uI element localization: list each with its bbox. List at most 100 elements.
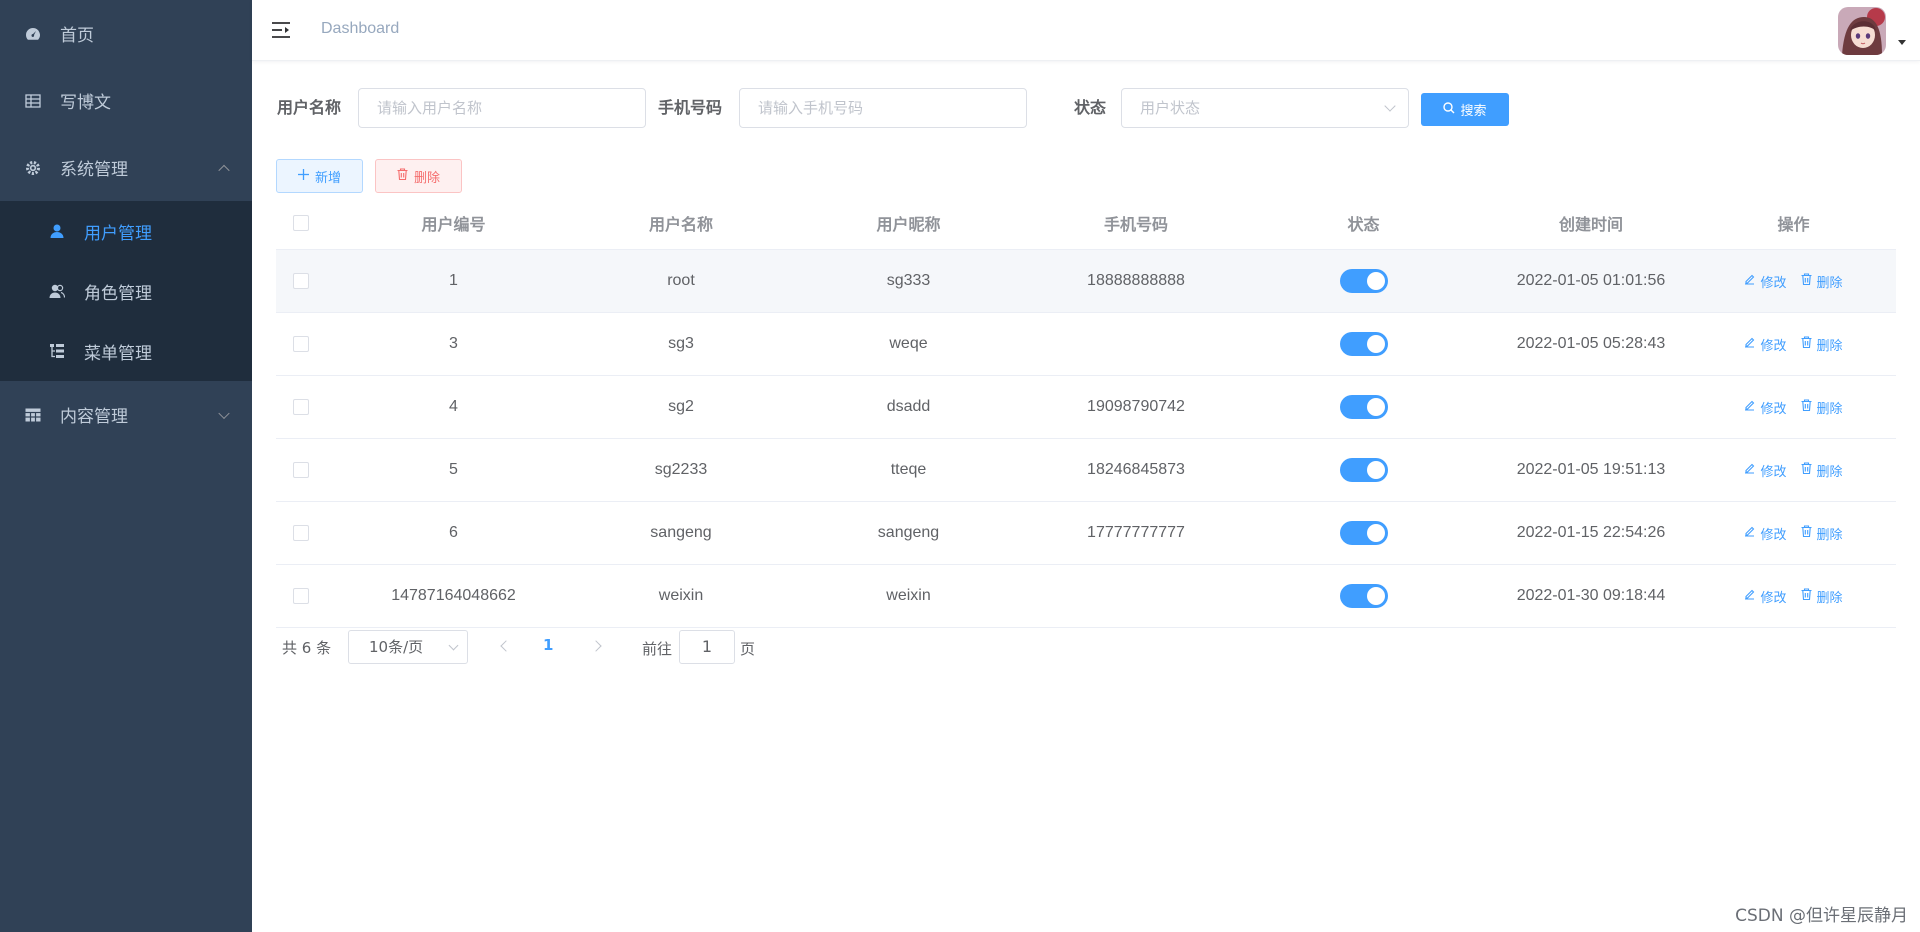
column-header: 手机号码: [1103, 214, 1168, 234]
table-row: 5 sg2233 tteqe 18246845873 2022-01-05 19:51:…: [276, 439, 1896, 502]
cell-phone: 17777777777: [1087, 524, 1185, 541]
trash-icon: [1801, 525, 1817, 541]
delete-button[interactable]: 删除: [1801, 272, 1843, 291]
delete-label: 删除: [1816, 464, 1843, 480]
delete-label: 删除: [1816, 527, 1843, 543]
delete-button[interactable]: 删除: [1801, 335, 1843, 354]
row-checkbox[interactable]: [293, 336, 309, 352]
cell-phone: 18888888888: [1087, 272, 1185, 289]
delete-button[interactable]: 删除: [1801, 524, 1843, 543]
edit-icon: [1744, 525, 1760, 541]
chevron-down-icon: [218, 407, 230, 419]
cell-nickname: dsadd: [886, 398, 931, 415]
row-checkbox[interactable]: [293, 273, 309, 289]
delete-button[interactable]: 删除: [1801, 587, 1843, 606]
status-switch[interactable]: [1339, 332, 1388, 356]
cell-user-name: sg2: [668, 398, 694, 415]
next-page-button[interactable]: [590, 640, 602, 652]
caret-down-icon[interactable]: [1898, 40, 1906, 45]
row-checkbox[interactable]: [293, 588, 309, 604]
delete-button[interactable]: 删除: [1801, 461, 1843, 480]
cell-user-name: root: [667, 272, 695, 289]
peoples-icon: [48, 282, 66, 300]
row-checkbox[interactable]: [293, 462, 309, 478]
search-form: 用户名称 请输入用户名称 手机号码 请输入手机号码 状态 用户状态 搜索: [277, 88, 1897, 128]
status-label: 状态: [1074, 98, 1107, 117]
sidebar-item-system[interactable]: 系统管理: [0, 134, 252, 201]
username-input[interactable]: 请输入用户名称: [358, 88, 646, 128]
page-size-select[interactable]: 10条/页: [348, 630, 468, 664]
phone-input[interactable]: 请输入手机号码: [739, 88, 1027, 128]
user-table: 用户编号 用户名称 用户昵称 手机号码 状态 创建时间 操作 1 root sg3 3…: [276, 196, 1896, 628]
edit-icon: [1744, 462, 1760, 478]
delete-button[interactable]: 删除: [1801, 398, 1843, 417]
edit-button[interactable]: 修改: [1744, 335, 1787, 354]
edit-button[interactable]: 修改: [1744, 587, 1787, 606]
status-switch[interactable]: [1339, 395, 1388, 419]
sidebar-item-label: 菜单管理: [84, 343, 152, 364]
table-row: 1 root sg333 18888888888 2022-01-05 01:01:56…: [276, 250, 1896, 313]
page-unit-label: 页: [740, 640, 756, 658]
cell-created-time: 2022-01-30 09:18:44: [1516, 587, 1666, 604]
row-checkbox[interactable]: [293, 399, 309, 415]
cell-created-time: 2022-01-05 19:51:13: [1516, 461, 1666, 478]
row-select-cell: [276, 525, 326, 541]
prev-page-button[interactable]: [500, 640, 512, 652]
sidebar: 首页 写博文 系统管理 用户管理 角色管理 菜单管理 内容管理: [0, 0, 252, 932]
cell-created-time: 2022-01-05 01:01:56: [1516, 272, 1666, 289]
edit-button[interactable]: 修改: [1744, 461, 1787, 480]
status-switch[interactable]: [1339, 269, 1388, 293]
edit-button[interactable]: 修改: [1744, 524, 1787, 543]
sidebar-item-menu-management[interactable]: 菜单管理: [0, 321, 252, 381]
sidebar-item-content[interactable]: 内容管理: [0, 381, 252, 448]
add-button[interactable]: 新增: [276, 159, 363, 193]
page-number-current[interactable]: 1: [543, 636, 553, 654]
add-button-label: 新增: [314, 170, 341, 186]
status-switch[interactable]: [1339, 521, 1388, 545]
sidebar-item-label: 写博文: [60, 93, 111, 113]
username-label: 用户名称: [277, 98, 342, 117]
grid-icon: [24, 406, 42, 424]
goto-page-input[interactable]: 1: [679, 630, 735, 664]
pagination-total: 共 6 条: [282, 639, 332, 657]
cell-user-name: weixin: [658, 587, 704, 604]
sidebar-item-home[interactable]: 首页: [0, 0, 252, 67]
sidebar-item-role-management[interactable]: 角色管理: [0, 261, 252, 321]
search-button[interactable]: 搜索: [1421, 93, 1509, 126]
sidebar-item-user-management[interactable]: 用户管理: [0, 201, 252, 261]
edit-icon: [1744, 588, 1760, 604]
avatar[interactable]: [1838, 7, 1886, 55]
select-all-checkbox[interactable]: [293, 214, 309, 231]
column-header: 用户名称: [648, 214, 713, 234]
cell-status: [1236, 458, 1491, 482]
cell-created-time: 2022-01-05 05:28:43: [1516, 335, 1666, 352]
row-checkbox[interactable]: [293, 525, 309, 541]
cell-user-id: 1: [449, 272, 458, 289]
hamburger-icon[interactable]: [272, 21, 292, 39]
breadcrumb[interactable]: Dashboard: [321, 20, 399, 38]
status-switch[interactable]: [1339, 584, 1388, 608]
delete-label: 删除: [1816, 590, 1843, 606]
status-switch[interactable]: [1339, 458, 1388, 482]
cell-user-id: 3: [449, 335, 458, 352]
table-row: 4 sg2 dsadd 19098790742 修改 删除: [276, 376, 1896, 439]
delete-label: 删除: [1816, 401, 1843, 417]
status-select[interactable]: 用户状态: [1121, 88, 1409, 128]
edit-button[interactable]: 修改: [1744, 398, 1787, 417]
table-header: 用户编号 用户名称 用户昵称 手机号码 状态 创建时间 操作: [276, 196, 1896, 250]
page-size-value: 10条/页: [369, 638, 424, 656]
cell-user-id: 14787164048662: [391, 587, 516, 604]
trash-icon: [1801, 588, 1817, 604]
edit-button[interactable]: 修改: [1744, 272, 1787, 291]
row-select-cell: [276, 336, 326, 352]
table-row: 3 sg3 weqe 2022-01-05 05:28:43 修改 删除: [276, 313, 1896, 376]
trash-icon: [397, 168, 408, 184]
cell-user-name: sg3: [668, 335, 694, 352]
column-header: 操作: [1777, 214, 1810, 234]
cell-actions: 修改 删除: [1691, 587, 1896, 606]
cell-status: [1236, 269, 1491, 293]
delete-label: 删除: [1816, 338, 1843, 354]
cell-user-name: sg2233: [654, 461, 708, 478]
batch-delete-button[interactable]: 删除: [375, 159, 462, 193]
sidebar-item-write-blog[interactable]: 写博文: [0, 67, 252, 134]
